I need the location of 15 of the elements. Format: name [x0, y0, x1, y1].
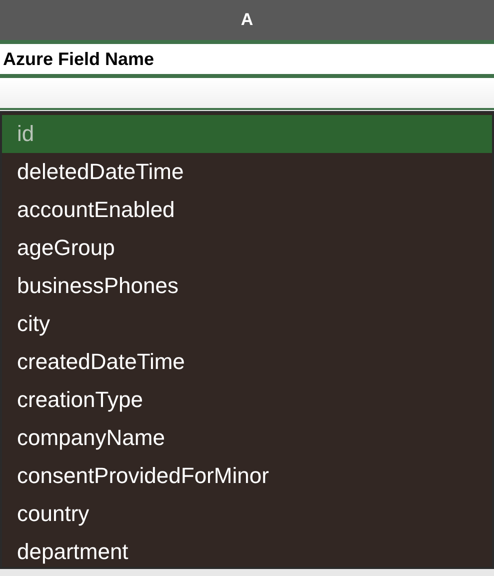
dropdown-item[interactable]: city	[2, 305, 492, 343]
column-header[interactable]: A	[0, 0, 494, 44]
dropdown-item[interactable]: id	[2, 115, 492, 153]
dropdown-item[interactable]: companyName	[2, 419, 492, 457]
dropdown-item[interactable]: deletedDateTime	[2, 153, 492, 191]
dropdown-item[interactable]: createdDateTime	[2, 343, 492, 381]
dropdown-item[interactable]: country	[2, 495, 492, 533]
dropdown-item[interactable]: businessPhones	[2, 267, 492, 305]
dropdown-item[interactable]: creationType	[2, 381, 492, 419]
selected-cell[interactable]	[0, 78, 494, 110]
dropdown-item[interactable]: consentProvidedForMinor	[2, 457, 492, 495]
dropdown-item[interactable]: accountEnabled	[2, 191, 492, 229]
dropdown-item[interactable]: department	[2, 533, 492, 571]
dropdown-item[interactable]: ageGroup	[2, 229, 492, 267]
table-cell: Azure Field Name	[0, 44, 494, 78]
